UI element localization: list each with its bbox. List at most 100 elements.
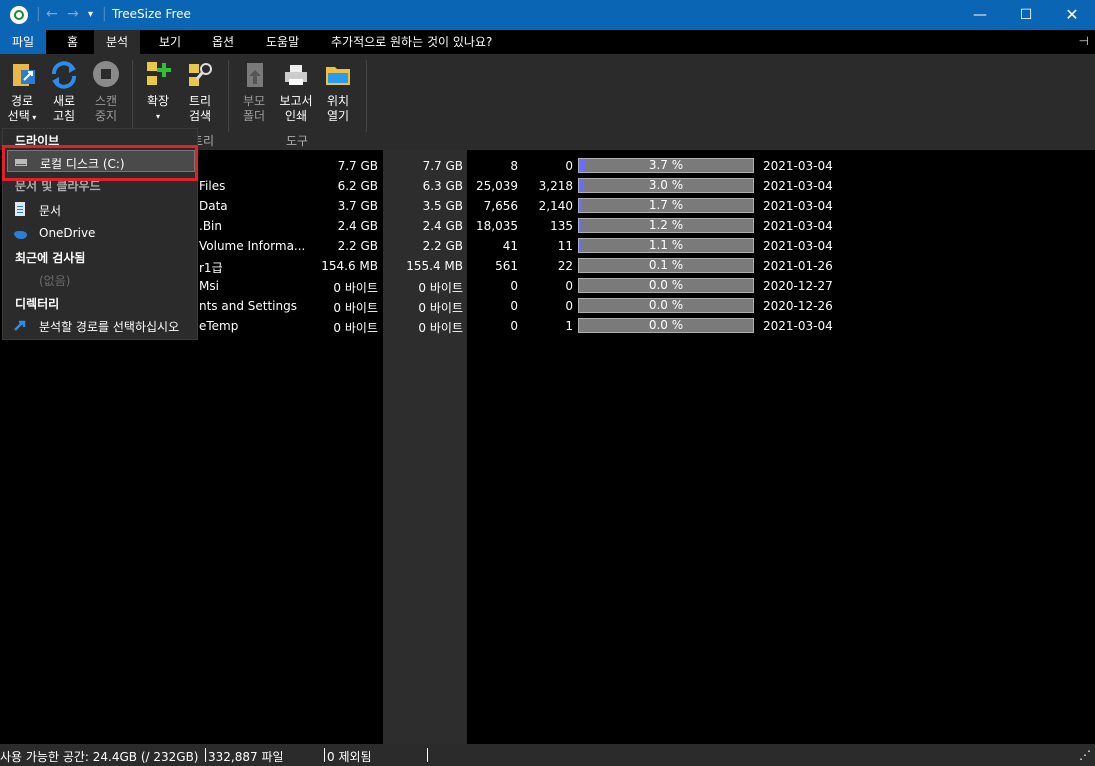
print-report-label-2: 인쇄 xyxy=(284,109,308,123)
arrow-up-right-icon xyxy=(13,318,27,332)
row-size: 0 바이트 xyxy=(333,281,378,295)
back-arrow-icon[interactable]: ← xyxy=(46,6,58,22)
refresh-button[interactable]: 새로 고침 xyxy=(44,58,84,124)
stop-label-2: 중지 xyxy=(94,109,118,123)
status-separator xyxy=(427,748,428,762)
tell-me-search[interactable]: 추가적으로 원하는 것이 있나요? xyxy=(319,30,504,54)
tree-search-label: 트리 xyxy=(188,94,212,108)
row-folders: 1 xyxy=(565,319,573,333)
file-count-status: 332,887 파일 xyxy=(208,750,284,764)
row-date: 2020-12-27 xyxy=(763,279,833,293)
row-files: 41 xyxy=(502,239,518,253)
title-bar: | ← → ▾ | TreeSize Free — ☐ ✕ xyxy=(0,0,1095,30)
forward-arrow-icon[interactable]: → xyxy=(67,6,79,22)
tools-group-label: 도구 xyxy=(286,134,309,148)
documents-label: 문서 xyxy=(39,204,62,218)
percent-label: 0.0 % xyxy=(648,298,684,312)
row-allocated: 6.3 GB xyxy=(422,179,463,193)
directory-header: 디렉터리 xyxy=(15,297,60,311)
tab-view[interactable]: 보기 xyxy=(147,30,193,54)
row-folders: 0 xyxy=(565,299,573,313)
percent-bar: 1.1 % xyxy=(578,238,754,253)
row-allocated: 2.2 GB xyxy=(422,239,463,253)
refresh-label: 새로 xyxy=(52,94,76,108)
row-folders: 0 xyxy=(565,159,573,173)
tab-options[interactable]: 옵션 xyxy=(200,30,246,54)
maximize-button[interactable]: ☐ xyxy=(1003,0,1049,30)
row-date: 2020-12-26 xyxy=(763,299,833,313)
row-folders: 3,218 xyxy=(538,179,573,193)
stop-scan-button[interactable]: 스캔 중지 xyxy=(86,58,126,124)
print-report-button[interactable]: 보고서 인쇄 xyxy=(276,58,316,124)
percent-label: 0.1 % xyxy=(648,258,684,272)
row-size: 2.2 GB xyxy=(337,239,378,253)
row-files: 0 xyxy=(510,319,518,333)
choose-path-item[interactable]: 분석할 경로를 선택하십시오 xyxy=(7,314,195,336)
open-location-button[interactable]: 위치 열기 xyxy=(318,58,358,124)
tab-home[interactable]: 홈 xyxy=(55,30,90,54)
tab-help[interactable]: 도움말 xyxy=(254,30,311,54)
row-allocated: 155.4 MB xyxy=(406,259,463,273)
ribbon-separator xyxy=(228,60,229,132)
row-folders: 11 xyxy=(557,239,573,253)
open-location-label-2: 열기 xyxy=(326,109,350,123)
recent-empty-label: (없음) xyxy=(39,274,71,288)
select-path-label-2: 선택 xyxy=(7,109,30,123)
close-button[interactable]: ✕ xyxy=(1049,0,1095,30)
onedrive-item[interactable]: OneDrive xyxy=(7,222,195,244)
pin-ribbon-icon[interactable]: ⊣ xyxy=(1079,34,1089,48)
row-allocated: 7.7 GB xyxy=(422,159,463,173)
row-allocated: 0 바이트 xyxy=(418,301,463,315)
row-files: 561 xyxy=(495,259,518,273)
documents-item[interactable]: 문서 xyxy=(7,198,195,220)
row-date: 2021-03-04 xyxy=(763,219,833,233)
row-name: Volume Informa... xyxy=(199,239,306,253)
treesize-app-icon[interactable] xyxy=(10,6,28,24)
row-allocated: 0 바이트 xyxy=(418,321,463,335)
row-folders: 0 xyxy=(565,279,573,293)
recent-empty-item: (없음) xyxy=(7,268,195,290)
tab-analysis[interactable]: 분석 xyxy=(94,30,141,54)
row-allocated: 0 바이트 xyxy=(418,281,463,295)
row-date: 2021-03-04 xyxy=(763,239,833,253)
refresh-icon xyxy=(49,60,79,90)
minimize-button[interactable]: — xyxy=(957,0,1003,30)
quick-access-dropdown-icon[interactable]: ▾ xyxy=(88,9,93,20)
row-allocated: 3.5 GB xyxy=(422,199,463,213)
status-separator xyxy=(324,748,325,762)
expand-label: 확장 xyxy=(146,94,170,108)
parent-folder-button[interactable]: 부모 폴더 xyxy=(234,58,274,124)
percent-label: 3.0 % xyxy=(648,178,684,192)
printer-icon xyxy=(281,60,311,90)
recent-header: 최근에 검사됨 xyxy=(15,251,86,265)
row-date: 2021-03-04 xyxy=(763,159,833,173)
row-date: 2021-03-04 xyxy=(763,199,833,213)
cloud-icon xyxy=(13,226,27,240)
tab-file[interactable]: 파일 xyxy=(0,30,47,54)
row-size: 0 바이트 xyxy=(333,301,378,315)
status-separator xyxy=(205,748,206,762)
expand-tree-icon xyxy=(143,60,173,90)
choose-path-label: 분석할 경로를 선택하십시오 xyxy=(39,320,180,334)
document-icon xyxy=(13,202,27,216)
excluded-status: 0 제외됨 xyxy=(327,750,372,764)
stop-icon xyxy=(91,60,121,90)
select-path-button[interactable]: 경로 선택 ▾ xyxy=(2,58,42,125)
row-files: 0 xyxy=(510,299,518,313)
tree-search-icon xyxy=(185,60,215,90)
row-name: nts and Settings xyxy=(199,299,297,313)
percent-bar: 0.0 % xyxy=(578,298,754,313)
percent-label: 0.0 % xyxy=(648,278,684,292)
select-path-label: 경로 xyxy=(10,94,34,108)
expand-button[interactable]: 확장 ▾ xyxy=(138,58,178,124)
folder-select-icon xyxy=(7,60,37,90)
parent-folder-label: 부모 xyxy=(242,94,266,108)
row-files: 25,039 xyxy=(476,179,518,193)
row-size: 2.4 GB xyxy=(337,219,378,233)
ribbon-separator xyxy=(132,60,133,132)
stop-label: 스캔 xyxy=(94,94,118,108)
separator-icon: | xyxy=(36,6,41,22)
row-files: 0 xyxy=(510,279,518,293)
tree-search-button[interactable]: 트리 검색 xyxy=(180,58,220,124)
resize-grip-icon[interactable]: ⋰ xyxy=(1079,748,1091,762)
